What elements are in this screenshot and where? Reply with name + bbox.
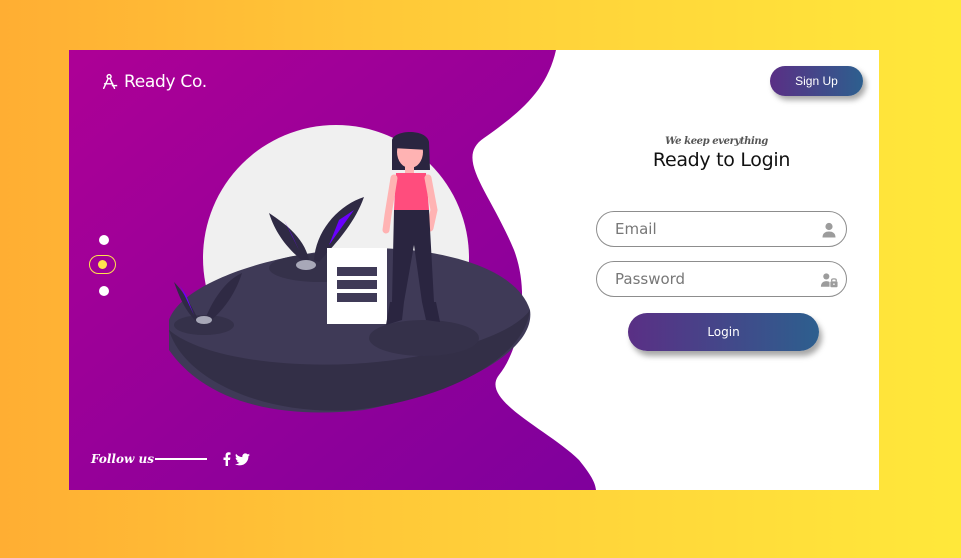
login-form: We keep everything Ready to Login Login [596,136,847,351]
follow-us: Follow us [91,452,250,466]
twitter-icon[interactable] [234,452,250,466]
brand[interactable]: Ready Co. [101,71,207,93]
carousel-dot-2-active[interactable] [89,255,116,274]
social-links [223,452,250,466]
carousel-dots [89,230,119,300]
password-input[interactable] [613,269,807,289]
user-icon [822,222,836,238]
login-card: Ready Co. Follow us Sign Up We keep ever… [69,50,879,490]
login-button[interactable]: Login [628,313,819,351]
compass-logo-icon [102,73,118,90]
form-tagline: We keep everything [665,136,768,147]
email-input[interactable] [613,219,807,239]
follow-divider [154,458,207,460]
user-lock-icon [820,273,838,288]
carousel-dot-1[interactable] [99,235,109,245]
hero-illustration [169,125,531,413]
form-title: Ready to Login [652,149,791,171]
carousel-dot-3[interactable] [99,286,109,296]
facebook-icon[interactable] [223,452,231,466]
email-field[interactable] [596,211,847,247]
signup-button[interactable]: Sign Up [770,66,863,96]
follow-label: Follow us [91,452,154,466]
password-field[interactable] [596,261,847,297]
brand-name: Ready Co. [124,72,207,92]
